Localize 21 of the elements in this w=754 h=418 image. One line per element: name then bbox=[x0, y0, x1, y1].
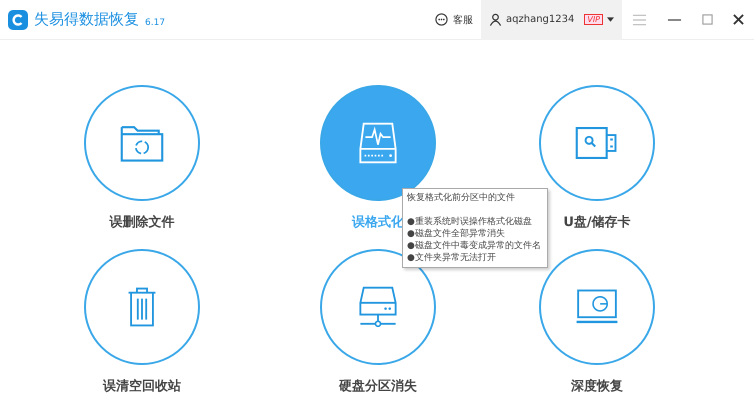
maximize-icon[interactable] bbox=[702, 14, 713, 25]
app-logo-icon bbox=[8, 10, 28, 30]
mode-label: 硬盘分区消失 bbox=[339, 378, 417, 395]
support-button[interactable]: 客服 bbox=[427, 0, 482, 40]
caret-icon bbox=[607, 17, 614, 22]
account-button[interactable]: aqzhang1234 VIP bbox=[481, 0, 622, 40]
mode-label: U盘/储存卡 bbox=[563, 214, 631, 231]
close-icon[interactable] bbox=[733, 14, 744, 25]
version-label: 6.17 bbox=[145, 18, 166, 28]
user-icon bbox=[489, 13, 502, 26]
mode-label: 误删除文件 bbox=[110, 214, 174, 231]
tooltip-line: ●磁盘文件中毒变成异常的文件名 bbox=[407, 240, 541, 252]
tooltip-line: ●文件夹异常无法打开 bbox=[407, 252, 497, 264]
tooltip-title: 恢复格式化前分区中的文件 bbox=[407, 192, 516, 204]
mode-label: 深度恢复 bbox=[571, 378, 623, 395]
tooltip-line: ●重装系统时误操作格式化磁盘 bbox=[407, 216, 533, 228]
mode-label: 误清空回收站 bbox=[103, 378, 181, 395]
tooltip-line: ●磁盘文件全部异常消失 bbox=[407, 228, 506, 240]
menu-icon[interactable] bbox=[632, 14, 647, 26]
chat-icon bbox=[435, 13, 448, 26]
app-title: 失易得数据恢复 bbox=[34, 10, 139, 29]
